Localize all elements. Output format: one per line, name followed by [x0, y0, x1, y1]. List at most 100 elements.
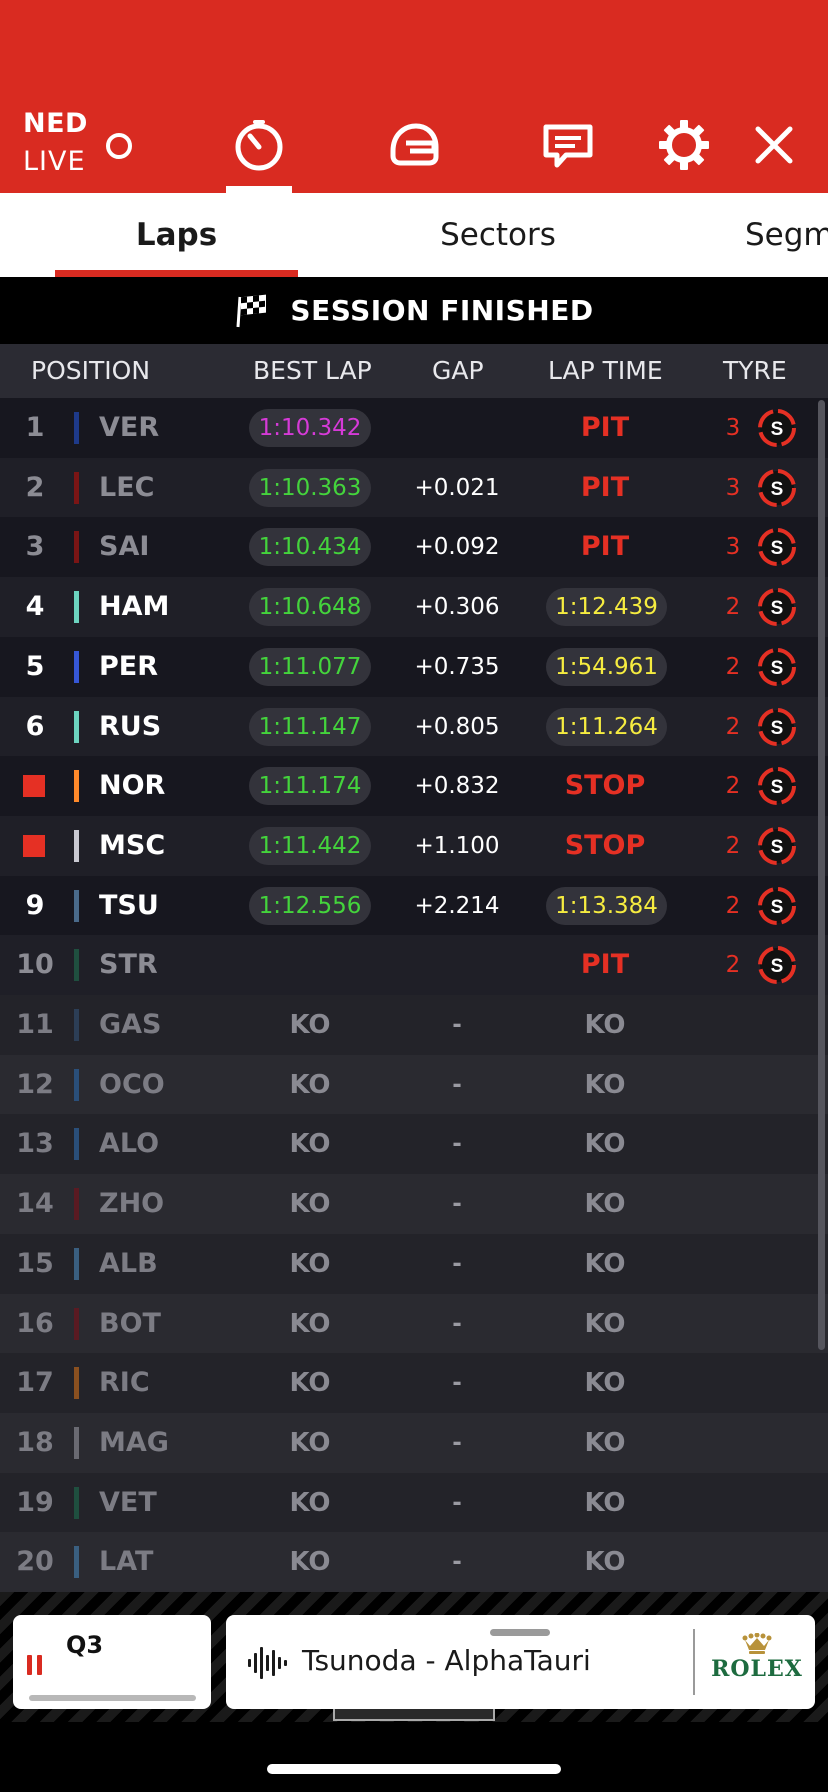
- tab-laps[interactable]: Laps: [55, 193, 298, 277]
- timer-icon[interactable]: [229, 115, 289, 175]
- gap: +1.100: [414, 833, 500, 859]
- pause-icon[interactable]: [27, 1655, 47, 1679]
- table-row[interactable]: 14 ZHO KO - KO: [0, 1174, 828, 1234]
- driver-code[interactable]: LAT: [99, 1532, 153, 1592]
- audio-wave-icon[interactable]: [248, 1645, 288, 1685]
- position: 6: [25, 711, 45, 742]
- driver-code[interactable]: MSC: [99, 816, 165, 876]
- driver-code[interactable]: ALO: [99, 1114, 159, 1174]
- driver-code[interactable]: ALB: [99, 1234, 158, 1294]
- column-header-gap[interactable]: GAP: [432, 344, 484, 398]
- table-row[interactable]: 17 RIC KO - KO: [0, 1353, 828, 1413]
- driver-code[interactable]: LEC: [99, 458, 154, 518]
- table-row[interactable]: 2 LEC 1:10.363 +0.021 PIT 3 S: [0, 458, 828, 518]
- column-header-tyre[interactable]: TYRE: [723, 344, 787, 398]
- best-lap-time: 1:11.174: [249, 767, 371, 805]
- table-row[interactable]: 13 ALO KO - KO: [0, 1114, 828, 1174]
- driver-code[interactable]: ZHO: [99, 1174, 164, 1234]
- gap: +0.092: [414, 534, 500, 560]
- tab-sectors[interactable]: Sectors: [405, 193, 591, 277]
- svg-text:S: S: [771, 718, 784, 739]
- driver-code[interactable]: VET: [99, 1473, 157, 1533]
- column-header-position[interactable]: POSITION: [31, 344, 150, 398]
- team-color-bar: [74, 1009, 79, 1041]
- session-status-banner: SESSION FINISHED: [0, 277, 828, 344]
- live-label: LIVE: [23, 146, 86, 177]
- team-radio-card[interactable]: Tsunoda - AlphaTauri ROLEX: [226, 1615, 815, 1709]
- driver-code[interactable]: STR: [99, 935, 158, 995]
- table-row[interactable]: 15 ALB KO - KO: [0, 1234, 828, 1294]
- team-color-bar: [74, 591, 79, 623]
- lap-time: 1:12.439: [546, 588, 667, 626]
- tyre-laps: 3: [725, 475, 741, 501]
- svg-text:S: S: [771, 837, 784, 858]
- column-header-lap-time[interactable]: LAP TIME: [548, 344, 663, 398]
- message-icon[interactable]: [538, 115, 598, 175]
- table-row[interactable]: 19 VET KO - KO: [0, 1473, 828, 1533]
- tyre-laps: 2: [725, 594, 741, 620]
- table-row[interactable]: 5 PER 1:11.077 +0.735 1:54.961 2 S: [0, 637, 828, 697]
- driver-code[interactable]: HAM: [99, 577, 169, 637]
- table-row[interactable]: 18 MAG KO - KO: [0, 1413, 828, 1473]
- table-row[interactable]: NOR 1:11.174 +0.832 STOP 2 S: [0, 756, 828, 816]
- scrollbar[interactable]: [818, 400, 825, 1350]
- driver-code[interactable]: RIC: [99, 1353, 150, 1413]
- position: 10: [16, 949, 54, 980]
- table-row[interactable]: 9 TSU 1:12.556 +2.214 1:13.384 2 S: [0, 876, 828, 936]
- team-radio-label: Tsunoda - AlphaTauri: [302, 1644, 591, 1677]
- position: 15: [16, 1248, 54, 1279]
- lap-time: KO: [584, 1368, 626, 1398]
- table-row[interactable]: 16 BOT KO - KO: [0, 1294, 828, 1354]
- best-lap-time: 1:10.648: [249, 588, 371, 626]
- table-row[interactable]: 12 OCO KO - KO: [0, 1055, 828, 1115]
- driver-code[interactable]: GAS: [99, 995, 162, 1055]
- helmet-icon[interactable]: [384, 115, 444, 175]
- gap: -: [452, 1191, 462, 1217]
- position: 17: [16, 1367, 54, 1398]
- driver-code[interactable]: SAI: [99, 517, 149, 577]
- timing-table[interactable]: 1 VER 1:10.342 PIT 3 S 2 LEC 1:10.363 +0.021 PIT 3 S…: [0, 398, 828, 1592]
- gear-icon[interactable]: [654, 115, 714, 175]
- session-card[interactable]: Q3: [13, 1615, 211, 1709]
- table-row[interactable]: 20 LAT KO - KO: [0, 1532, 828, 1592]
- column-header-best-lap[interactable]: BEST LAP: [253, 344, 372, 398]
- driver-code[interactable]: VER: [99, 398, 159, 458]
- best-lap-time: KO: [289, 1249, 331, 1279]
- table-row[interactable]: 4 HAM 1:10.648 +0.306 1:12.439 2 S: [0, 577, 828, 637]
- divider: [693, 1629, 695, 1695]
- table-row[interactable]: 11 GAS KO - KO: [0, 995, 828, 1055]
- position: 4: [25, 591, 45, 622]
- lap-time: 1:13.384: [546, 887, 667, 925]
- table-row[interactable]: 6 RUS 1:11.147 +0.805 1:11.264 2 S: [0, 697, 828, 757]
- driver-code[interactable]: MAG: [99, 1413, 169, 1473]
- driver-code[interactable]: OCO: [99, 1055, 165, 1115]
- table-row[interactable]: MSC 1:11.442 +1.100 STOP 2 S: [0, 816, 828, 876]
- svg-text:S: S: [771, 658, 784, 679]
- column-headers: POSITION BEST LAP GAP LAP TIME TYRE: [0, 344, 828, 398]
- lap-time: KO: [584, 1547, 626, 1577]
- svg-text:S: S: [771, 777, 784, 798]
- driver-code[interactable]: NOR: [99, 756, 165, 816]
- tyre-laps: 2: [725, 833, 741, 859]
- svg-text:S: S: [771, 897, 784, 918]
- driver-code[interactable]: PER: [99, 637, 158, 697]
- crown-icon: [742, 1633, 772, 1654]
- driver-code[interactable]: RUS: [99, 697, 161, 757]
- drag-handle[interactable]: [490, 1629, 550, 1636]
- tab-segments[interactable]: Segm: [745, 193, 828, 277]
- svg-text:S: S: [771, 956, 784, 977]
- table-row[interactable]: 10 STR PIT 2 S: [0, 935, 828, 995]
- position: 2: [25, 472, 45, 503]
- lap-time: KO: [584, 1010, 626, 1040]
- driver-code[interactable]: BOT: [99, 1294, 161, 1354]
- table-row[interactable]: 1 VER 1:10.342 PIT 3 S: [0, 398, 828, 458]
- team-color-bar: [74, 1128, 79, 1160]
- team-color-bar: [74, 830, 79, 862]
- close-icon[interactable]: [744, 115, 804, 175]
- home-indicator[interactable]: [267, 1764, 561, 1774]
- table-row[interactable]: 3 SAI 1:10.434 +0.092 PIT 3 S: [0, 517, 828, 577]
- gap: +0.021: [414, 475, 500, 501]
- team-color-bar: [74, 770, 79, 802]
- tyre-laps: 2: [725, 893, 741, 919]
- driver-code[interactable]: TSU: [99, 876, 159, 936]
